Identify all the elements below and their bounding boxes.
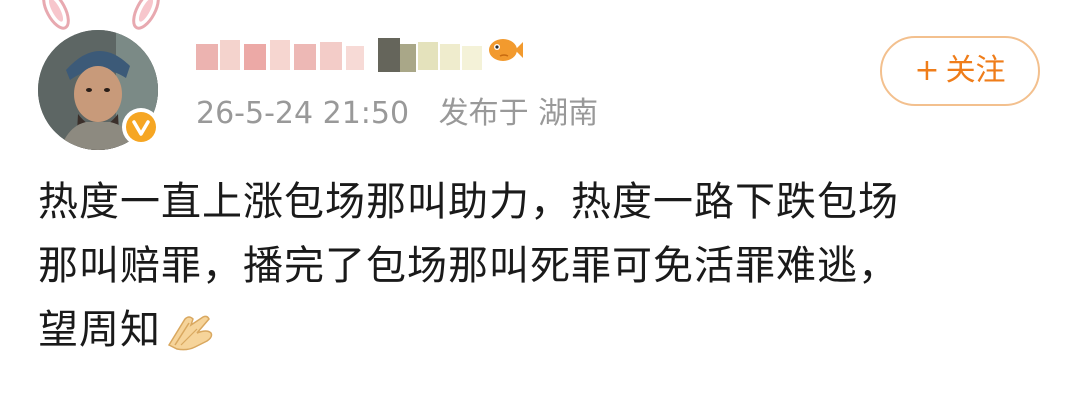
- bunny-ears-icon: [42, 0, 160, 30]
- content-line-last: 望周知: [38, 298, 1048, 362]
- plus-icon: +: [914, 53, 940, 88]
- content-text: 望周知: [38, 307, 161, 353]
- follow-button[interactable]: + 关注: [880, 36, 1040, 106]
- content-line: 那叫赔罪，播完了包场那叫死罪可免活罪难逃，: [38, 243, 899, 289]
- post-meta: 26-5-24 21:50 发布于 湖南: [196, 94, 618, 134]
- fish-icon: [489, 39, 523, 61]
- username-blurred[interactable]: [196, 34, 486, 76]
- verified-badge-icon: [122, 108, 160, 146]
- folded-hands-emoji-icon: [167, 315, 213, 351]
- post-location: 发布于 湖南: [438, 96, 599, 131]
- post-timestamp: 26-5-24 21:50: [196, 96, 410, 131]
- avatar[interactable]: [38, 30, 160, 150]
- content-line: 热度一直上涨包场那叫助力，热度一路下跌包场: [38, 179, 899, 225]
- weibo-post: 26-5-24 21:50 发布于 湖南 + 关注 热度一直上涨包场那叫助力，热度…: [0, 0, 1080, 416]
- follow-label: 关注: [945, 53, 1006, 88]
- post-content: 热度一直上涨包场那叫助力，热度一路下跌包场 那叫赔罪，播完了包场那叫死罪可免活罪…: [38, 170, 1048, 362]
